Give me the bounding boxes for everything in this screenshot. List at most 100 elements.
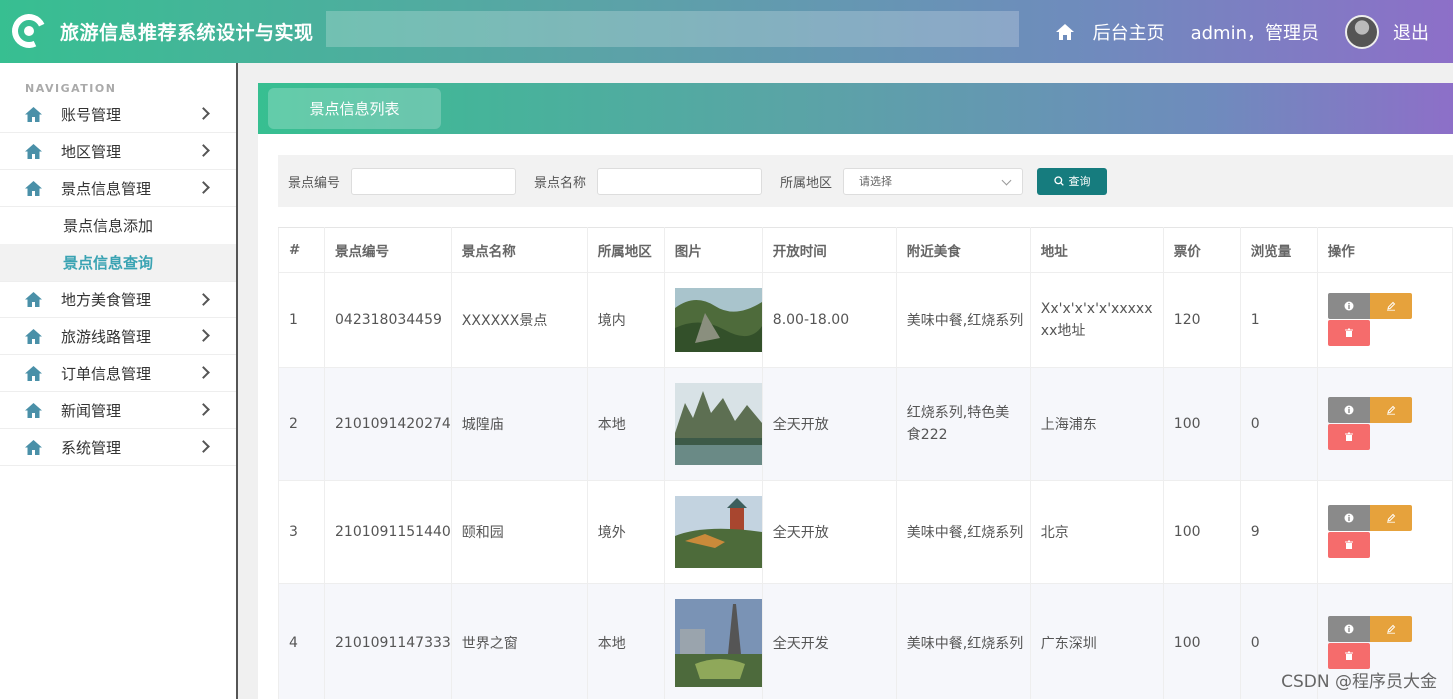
edit-button[interactable] [1369,615,1412,642]
cell-index: 1 [278,272,325,368]
logout-link[interactable]: 退出 [1393,19,1429,45]
cell-code: 2101091151440 [324,480,452,584]
cell-hours: 全天开放 [761,367,897,481]
search-button-label: 查询 [1068,175,1091,188]
cell-region: 境内 [586,272,665,368]
house-icon [25,365,42,381]
cell-name: 颐和园 [450,480,588,584]
home-link[interactable]: 后台主页 [1093,19,1165,45]
code-input[interactable] [351,167,517,195]
cell-image [663,367,763,481]
info-icon [1344,624,1354,633]
main-panel: 景点信息列表 景点编号 景点名称 所属地区 请选择 查询 # 景点编号 景点名称… [258,83,1453,699]
column-header: 浏览量 [1239,227,1318,273]
cell-food: 美味中餐,红烧系列 [895,583,1031,699]
delete-button[interactable] [1327,424,1370,450]
scenic-image[interactable] [674,288,762,352]
pencil-icon [1386,624,1396,634]
region-label: 所属地区 [780,175,833,191]
cell-food: 美味中餐,红烧系列 [895,480,1031,584]
pencil-icon [1386,513,1396,523]
sidebar-item-scenic[interactable]: 景点信息管理 [0,170,236,207]
house-icon [25,439,42,455]
search-button[interactable]: 查询 [1037,167,1108,195]
tab-scenic-list[interactable]: 景点信息列表 [268,88,441,129]
cell-address: 北京 [1029,480,1164,584]
trash-icon [1344,651,1353,660]
column-header: 票价 [1162,227,1241,273]
cell-price: 100 [1162,583,1241,699]
chevron-right-icon [197,181,210,194]
sidebar-item-food[interactable]: 地方美食管理 [0,281,236,318]
cell-index: 2 [278,367,325,481]
column-header: 图片 [663,227,763,273]
cell-image [663,272,763,368]
sidebar-item-label: 旅游线路管理 [61,327,152,346]
sidebar-item-account[interactable]: 账号管理 [0,96,236,133]
edit-button[interactable] [1369,505,1412,531]
table-header-row: # 景点编号 景点名称 所属地区 图片 开放时间 附近美食 地址 票价 浏览量 … [278,227,1453,273]
scenic-image[interactable] [674,383,762,465]
chevron-right-icon [197,403,210,416]
column-header: 附近美食 [895,227,1031,273]
name-input[interactable] [597,167,763,195]
delete-button[interactable] [1327,642,1370,669]
edit-button[interactable] [1369,397,1412,423]
edit-button[interactable] [1369,293,1412,319]
chevron-right-icon [197,107,210,120]
sidebar: NAVIGATION 账号管理 地区管理 景点信息管理 景点信息添加 景点信息查… [0,63,238,699]
cell-region: 境外 [586,480,665,584]
table-row: 2 2101091420274 城隍庙 本地 全天开放 红烧系列,特色美食222… [278,367,1453,481]
info-button[interactable] [1327,293,1370,319]
cell-image [663,583,763,699]
column-header: # [278,227,325,273]
house-icon [25,106,42,122]
scenic-table: # 景点编号 景点名称 所属地区 图片 开放时间 附近美食 地址 票价 浏览量 … [278,227,1453,699]
cell-name: 城隍庙 [450,367,588,481]
sidebar-subitem-scenic-add[interactable]: 景点信息添加 [0,207,236,244]
sidebar-item-label: 地区管理 [61,142,122,161]
delete-button[interactable] [1327,532,1370,558]
cell-index: 3 [278,480,325,584]
region-select[interactable]: 请选择 [843,167,1024,195]
column-header: 景点名称 [450,227,588,273]
scenic-image[interactable] [674,496,762,568]
table-row: 4 2101091147333 世界之窗 本地 全天开发 美味中餐,红烧系列 广… [278,583,1453,699]
trash-icon [1344,328,1353,337]
search-bar: 景点编号 景点名称 所属地区 请选择 查询 [278,155,1453,207]
sidebar-item-region[interactable]: 地区管理 [0,133,236,170]
sidebar-subitem-scenic-query[interactable]: 景点信息查询 [0,244,236,281]
house-icon [25,328,42,344]
sidebar-item-label: 新闻管理 [61,401,122,420]
info-button[interactable] [1327,615,1370,642]
cell-region: 本地 [586,583,665,699]
pencil-icon [1386,301,1396,311]
chevron-right-icon [197,366,210,379]
cell-address: 上海浦东 [1029,367,1164,481]
sidebar-item-system[interactable]: 系统管理 [0,429,236,466]
info-button[interactable] [1327,505,1370,531]
cell-index: 4 [278,583,325,699]
nav-caption: NAVIGATION [25,82,117,95]
sidebar-item-route[interactable]: 旅游线路管理 [0,318,236,355]
cell-image [663,480,763,584]
info-button[interactable] [1327,397,1370,423]
column-header: 地址 [1029,227,1164,273]
home-icon[interactable] [1055,22,1075,42]
cell-price: 120 [1162,272,1241,368]
table-row: 3 2101091151440 颐和园 境外 全天开放 美味中餐,红烧系列 北京… [278,480,1453,584]
cell-code: 2101091147333 [324,583,452,699]
cell-food: 美味中餐,红烧系列 [895,272,1031,368]
house-icon [25,292,42,307]
cell-price: 100 [1162,480,1241,584]
avatar[interactable] [1345,14,1379,49]
cell-address: 广东深圳 [1029,583,1164,699]
panel-header: 景点信息列表 [258,83,1453,134]
region-select-placeholder: 请选择 [859,175,893,188]
sidebar-item-news[interactable]: 新闻管理 [0,392,236,429]
sidebar-item-order[interactable]: 订单信息管理 [0,355,236,392]
column-header: 景点编号 [324,227,452,273]
scenic-image[interactable] [674,598,762,687]
trash-icon [1344,432,1353,441]
delete-button[interactable] [1327,320,1370,346]
